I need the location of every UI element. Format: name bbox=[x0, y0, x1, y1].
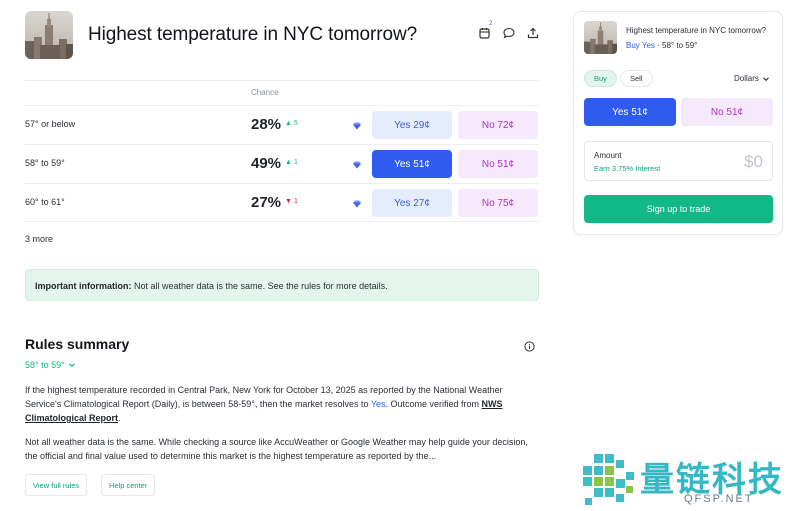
outcome-chance: 28% bbox=[251, 116, 282, 133]
trade-yes-button[interactable]: Yes 51¢ bbox=[584, 98, 676, 126]
buy-yes-button[interactable]: Yes 27¢ bbox=[372, 189, 452, 217]
sell-tab[interactable]: Sell bbox=[620, 70, 653, 87]
banner-heading: Important information: bbox=[35, 281, 132, 291]
rules-range-label: 58° to 59° bbox=[25, 360, 65, 370]
banner-text: Not all weather data is the same. See th… bbox=[131, 281, 388, 291]
outcome-chance: 49% bbox=[251, 155, 282, 172]
important-info-banner: Important information: Not all weather d… bbox=[25, 269, 539, 301]
market-thumbnail-small bbox=[584, 21, 617, 54]
chevron-down-icon bbox=[68, 363, 75, 368]
outcome-row: 58° to 59° 49% ▲ 1 Yes 51¢ No 51¢ bbox=[25, 144, 539, 183]
amount-field[interactable]: Amount Earn 3.75% Interest $0 bbox=[584, 141, 773, 181]
calendar-badge: 2 bbox=[489, 21, 493, 27]
outcome-label: 60° to 61° bbox=[25, 197, 65, 207]
trade-no-button[interactable]: No 51¢ bbox=[681, 98, 773, 126]
arrow-down-icon: ▼ bbox=[285, 198, 292, 205]
calendar-icon[interactable]: 2 bbox=[478, 21, 492, 40]
watermark-english-text: QFSP.NET bbox=[684, 493, 754, 505]
buy-no-button[interactable]: No 72¢ bbox=[458, 111, 538, 139]
rules-paragraph: If the highest temperature recorded in C… bbox=[25, 385, 503, 423]
buy-yes-button[interactable]: Yes 29¢ bbox=[372, 111, 452, 139]
sign-up-to-trade-button[interactable]: Sign up to trade bbox=[584, 195, 773, 223]
buy-tab[interactable]: Buy bbox=[584, 70, 617, 87]
buy-yes-button[interactable]: Yes 51¢ bbox=[372, 150, 452, 178]
help-center-button[interactable]: Help center bbox=[101, 474, 156, 496]
trade-side: Buy Yes bbox=[626, 41, 655, 50]
chance-delta: ▲ 5 bbox=[285, 120, 298, 127]
outcome-label: 57° or below bbox=[25, 119, 76, 129]
watermark-logo-icon bbox=[583, 454, 634, 505]
trade-selection: Buy Yes · 58° to 59° bbox=[626, 41, 698, 50]
currency-dropdown[interactable]: Dollars bbox=[734, 74, 770, 83]
interest-note: Earn 3.75% Interest bbox=[594, 164, 661, 173]
show-more-outcomes[interactable]: 3 more bbox=[25, 221, 539, 254]
header-divider bbox=[25, 80, 539, 81]
outcome-label: 58° to 59° bbox=[25, 158, 65, 168]
diamond-icon bbox=[352, 118, 362, 130]
comment-icon[interactable] bbox=[502, 26, 516, 40]
arrow-up-icon: ▲ bbox=[285, 159, 292, 166]
outcome-row: 60° to 61° 27% ▼ 1 Yes 27¢ No 75¢ bbox=[25, 183, 539, 222]
rules-summary-title: Rules summary bbox=[25, 336, 130, 352]
view-full-rules-button[interactable]: View full rules bbox=[25, 474, 88, 496]
page-title: Highest temperature in NYC tomorrow? bbox=[88, 24, 418, 45]
arrow-up-icon: ▲ bbox=[285, 120, 292, 127]
resolves-yes-text: Yes bbox=[370, 399, 386, 409]
trade-market-title: Highest temperature in NYC tomorrow? bbox=[626, 26, 767, 35]
rules-paragraph-2: Not all weather data is the same. While … bbox=[25, 437, 528, 461]
diamond-icon bbox=[352, 157, 362, 169]
share-icon[interactable] bbox=[526, 26, 540, 40]
chevron-down-icon bbox=[763, 76, 769, 81]
amount-label: Amount bbox=[594, 151, 622, 160]
market-thumbnail bbox=[25, 11, 73, 59]
currency-label: Dollars bbox=[734, 74, 759, 83]
outcome-row: 57° or below 28% ▲ 5 Yes 29¢ No 72¢ bbox=[25, 105, 539, 144]
rules-range-dropdown[interactable]: 58° to 59° bbox=[25, 360, 76, 370]
trade-panel: Highest temperature in NYC tomorrow? Buy… bbox=[573, 11, 783, 235]
chance-column-header: Chance bbox=[251, 88, 279, 97]
info-icon[interactable] bbox=[524, 339, 535, 352]
outcome-chance: 27% bbox=[251, 194, 282, 211]
buy-no-button[interactable]: No 75¢ bbox=[458, 189, 538, 217]
watermark: 量链科技 QFSP.NET bbox=[578, 450, 800, 510]
buy-no-button[interactable]: No 51¢ bbox=[458, 150, 538, 178]
chance-delta: ▲ 1 bbox=[285, 159, 298, 166]
chance-delta: ▼ 1 bbox=[285, 198, 298, 205]
trade-range: 58° to 59° bbox=[662, 41, 698, 50]
diamond-icon bbox=[352, 196, 362, 208]
amount-value: $0 bbox=[744, 152, 763, 171]
